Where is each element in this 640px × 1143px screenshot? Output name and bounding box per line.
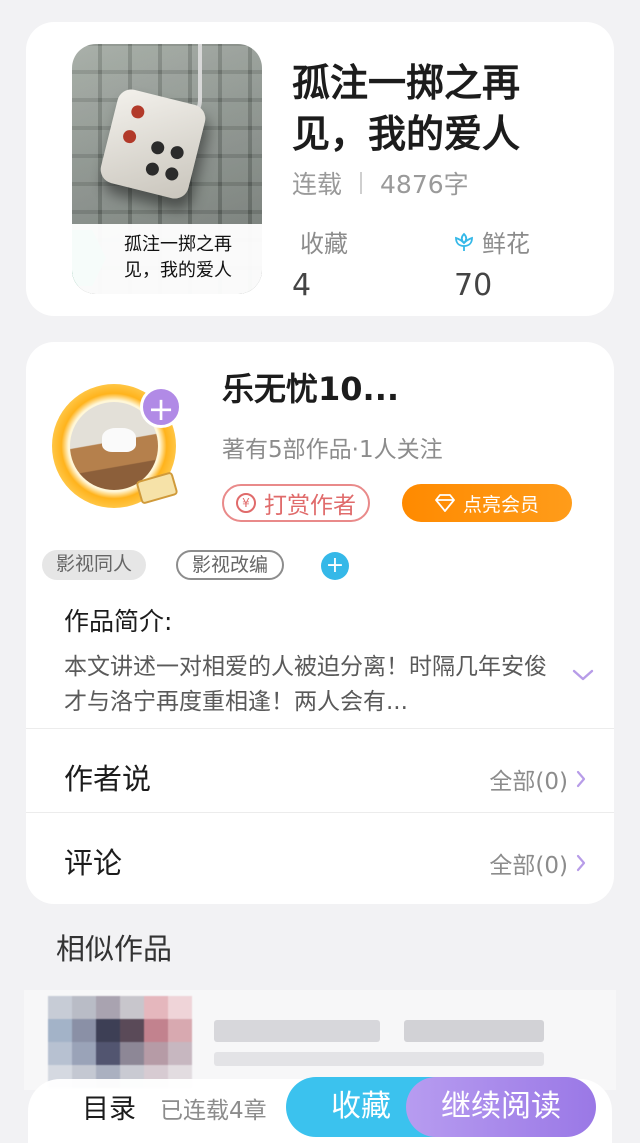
book-info-card: 孤注一掷之再见，我的爱人 孤注一掷之再见，我的爱人 连载 4876字 收藏 4 … [26,22,614,316]
author-says-link[interactable]: 全部(0) [489,762,586,796]
status-divider [360,172,363,194]
avatar-cat [102,428,136,452]
intro-text[interactable]: 本文讲述一对相爱的人被迫分离！时隔几年安俊才与洛宁再度重相逢！两人会有... [64,650,550,720]
author-card: + 乐无忧10... 著有5部作品·1人关注 ¥ 打赏作者 点亮会员 影视同人 … [26,342,614,904]
chevron-down-icon[interactable] [572,668,594,682]
chapter-count: 已连载4章 [160,1098,267,1124]
similar-work-title-blurred [214,1020,380,1042]
intro-title: 作品简介: [64,607,173,636]
author-says-label: 作者说 [64,762,152,796]
comments-label: 评论 [64,846,123,880]
favorites-count: 4 [292,268,312,303]
similar-work-title-blurred [404,1020,544,1042]
divider [26,728,614,729]
add-tag-button[interactable]: + [321,552,349,580]
flowers-stat[interactable]: 鲜花 [452,224,530,259]
continue-reading-button[interactable]: 继续阅读 [406,1077,596,1137]
serial-status: 连载 [292,170,343,199]
favorites-label-text: 收藏 [300,230,348,258]
flowers-count: 70 [454,268,493,303]
favorites-label: 收藏 [300,224,348,259]
author-name[interactable]: 乐无忧10... [222,364,399,410]
tip-author-button[interactable]: ¥ 打赏作者 [222,484,370,522]
follow-author-button[interactable]: + [140,386,182,428]
catalog-button[interactable]: 目录 [82,1087,136,1126]
vip-label: 点亮会员 [462,493,539,516]
comments-link[interactable]: 全部(0) [489,846,586,880]
book-cover-image[interactable]: 孤注一掷之再见，我的爱人 [72,44,262,294]
bottom-action-bar: 目录 已连载4章 收藏 继续阅读 [0,1071,640,1143]
flowers-label-text: 鲜花 [482,230,530,258]
tag-chip[interactable]: 影视同人 [42,550,147,580]
vip-membership-button[interactable]: 点亮会员 [402,484,572,522]
word-count: 4876字 [380,170,469,199]
similar-works-title: 相似作品 [56,932,173,966]
divider [26,812,614,813]
yen-icon: ¥ [236,493,256,513]
flower-icon [455,232,473,251]
chevron-right-icon [576,770,586,788]
chevron-right-icon [576,854,586,872]
book-title: 孤注一掷之再见，我的爱人 [292,61,521,156]
tag-chip[interactable]: 影视改编 [176,550,285,580]
comments-count: 全部(0) [489,853,568,879]
author-says-count: 全部(0) [489,769,568,795]
cover-caption: 孤注一掷之再见，我的爱人 [72,224,262,294]
author-meta: 著有5部作品·1人关注 [222,437,443,463]
diamond-icon [435,494,455,512]
book-status-row: 连载 4876字 [292,165,469,201]
tip-author-label: 打赏作者 [264,493,356,519]
similar-work-desc-blurred [214,1052,544,1066]
